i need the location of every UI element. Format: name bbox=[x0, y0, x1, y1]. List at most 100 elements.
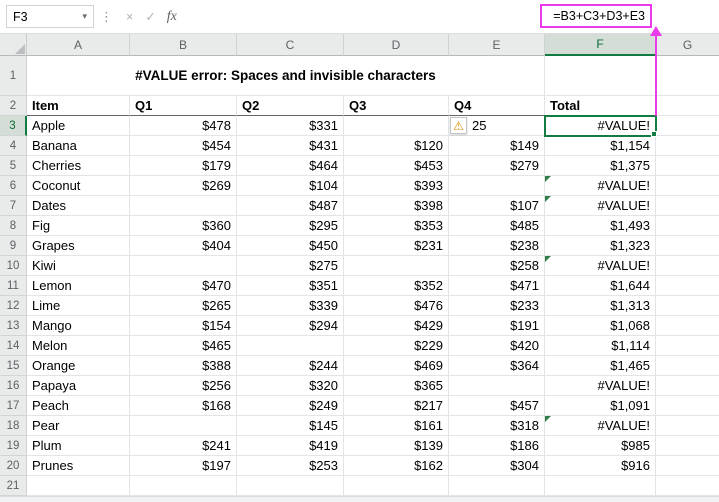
cell-F12[interactable]: $1,313 bbox=[545, 296, 656, 316]
row-header-5[interactable]: 5 bbox=[0, 156, 27, 176]
cell-C3[interactable]: $331 bbox=[237, 116, 344, 136]
cell-F4[interactable]: $1,154 bbox=[545, 136, 656, 156]
row-header-2[interactable]: 2 bbox=[0, 96, 27, 116]
cell-C13[interactable]: $294 bbox=[237, 316, 344, 336]
formula-input[interactable]: =B3+C3+D3+E3 bbox=[186, 0, 719, 33]
cell-F11[interactable]: $1,644 bbox=[545, 276, 656, 296]
cell-D21[interactable] bbox=[344, 476, 449, 496]
cell-F6[interactable]: #VALUE! bbox=[545, 176, 656, 196]
cell-A7[interactable]: Dates bbox=[27, 196, 130, 216]
cell-A4[interactable]: Banana bbox=[27, 136, 130, 156]
cell-B14[interactable]: $465 bbox=[130, 336, 237, 356]
cell-F5[interactable]: $1,375 bbox=[545, 156, 656, 176]
cell-D9[interactable]: $231 bbox=[344, 236, 449, 256]
more-options-icon[interactable]: ⋮ bbox=[100, 9, 113, 25]
cell-C17[interactable]: $249 bbox=[237, 396, 344, 416]
row-header-20[interactable]: 20 bbox=[0, 456, 27, 476]
row-header-9[interactable]: 9 bbox=[0, 236, 27, 256]
row-header-6[interactable]: 6 bbox=[0, 176, 27, 196]
cell-F20[interactable]: $916 bbox=[545, 456, 656, 476]
cell-F3[interactable]: #VALUE! bbox=[544, 115, 657, 137]
row-header-12[interactable]: 12 bbox=[0, 296, 27, 316]
column-header-B[interactable]: B bbox=[130, 34, 237, 56]
column-header-A[interactable]: A bbox=[27, 34, 130, 56]
cell-B3[interactable]: $478 bbox=[130, 116, 237, 136]
row-header-17[interactable]: 17 bbox=[0, 396, 27, 416]
row-header-13[interactable]: 13 bbox=[0, 316, 27, 336]
cell-D7[interactable]: $398 bbox=[344, 196, 449, 216]
row-header-3[interactable]: 3 bbox=[0, 116, 27, 136]
cell-B20[interactable]: $197 bbox=[130, 456, 237, 476]
cell-D10[interactable] bbox=[344, 256, 449, 276]
cell-F18[interactable]: #VALUE! bbox=[545, 416, 656, 436]
cell-F13[interactable]: $1,068 bbox=[545, 316, 656, 336]
column-header-D[interactable]: D bbox=[344, 34, 449, 56]
cell-D17[interactable]: $217 bbox=[344, 396, 449, 416]
cell-A19[interactable]: Plum bbox=[27, 436, 130, 456]
cell-E18[interactable]: $318 bbox=[449, 416, 545, 436]
row-header-11[interactable]: 11 bbox=[0, 276, 27, 296]
column-header-G[interactable]: G bbox=[656, 34, 719, 56]
cell-G21[interactable] bbox=[656, 476, 719, 496]
cell-C5[interactable]: $464 bbox=[237, 156, 344, 176]
cell-C19[interactable]: $419 bbox=[237, 436, 344, 456]
cell-B15[interactable]: $388 bbox=[130, 356, 237, 376]
cell-D8[interactable]: $353 bbox=[344, 216, 449, 236]
cell-G1[interactable] bbox=[656, 56, 719, 96]
cell-G19[interactable] bbox=[656, 436, 719, 456]
row-header-1[interactable]: 1 bbox=[0, 56, 27, 96]
cell-D5[interactable]: $453 bbox=[344, 156, 449, 176]
header-cell-item[interactable]: Item bbox=[27, 96, 130, 116]
row-header-14[interactable]: 14 bbox=[0, 336, 27, 356]
cell-B11[interactable]: $470 bbox=[130, 276, 237, 296]
cell-A3[interactable]: Apple bbox=[27, 116, 130, 136]
cell-E5[interactable]: $279 bbox=[449, 156, 545, 176]
cell-A20[interactable]: Prunes bbox=[27, 456, 130, 476]
name-box[interactable]: F3 ▾ bbox=[6, 5, 94, 28]
cell-G6[interactable] bbox=[656, 176, 719, 196]
cell-E9[interactable]: $238 bbox=[449, 236, 545, 256]
cell-D4[interactable]: $120 bbox=[344, 136, 449, 156]
cell-C7[interactable]: $487 bbox=[237, 196, 344, 216]
cell-D13[interactable]: $429 bbox=[344, 316, 449, 336]
header-cell-q3[interactable]: Q3 bbox=[344, 96, 449, 116]
cell-E3[interactable]: ⚠ 25 bbox=[449, 116, 545, 136]
cell-F10[interactable]: #VALUE! bbox=[545, 256, 656, 276]
cell-A8[interactable]: Fig bbox=[27, 216, 130, 236]
row-header-19[interactable]: 19 bbox=[0, 436, 27, 456]
cell-B13[interactable]: $154 bbox=[130, 316, 237, 336]
cell-A18[interactable]: Pear bbox=[27, 416, 130, 436]
cell-G15[interactable] bbox=[656, 356, 719, 376]
insert-function-icon[interactable]: fx bbox=[167, 9, 177, 25]
cell-D14[interactable]: $229 bbox=[344, 336, 449, 356]
column-header-F[interactable]: F bbox=[545, 34, 656, 56]
cell-G12[interactable] bbox=[656, 296, 719, 316]
cell-E4[interactable]: $149 bbox=[449, 136, 545, 156]
cell-G17[interactable] bbox=[656, 396, 719, 416]
cell-B21[interactable] bbox=[130, 476, 237, 496]
cell-A12[interactable]: Lime bbox=[27, 296, 130, 316]
header-cell-q1[interactable]: Q1 bbox=[130, 96, 237, 116]
cell-D16[interactable]: $365 bbox=[344, 376, 449, 396]
cell-B10[interactable] bbox=[130, 256, 237, 276]
cell-F19[interactable]: $985 bbox=[545, 436, 656, 456]
cell-A5[interactable]: Cherries bbox=[27, 156, 130, 176]
cell-D18[interactable]: $161 bbox=[344, 416, 449, 436]
cell-D3[interactable] bbox=[344, 116, 449, 136]
cell-E10[interactable]: $258 bbox=[449, 256, 545, 276]
cell-F8[interactable]: $1,493 bbox=[545, 216, 656, 236]
cell-C6[interactable]: $104 bbox=[237, 176, 344, 196]
cell-E13[interactable]: $191 bbox=[449, 316, 545, 336]
cell-F17[interactable]: $1,091 bbox=[545, 396, 656, 416]
cell-B6[interactable]: $269 bbox=[130, 176, 237, 196]
cell-E21[interactable] bbox=[449, 476, 545, 496]
cell-D11[interactable]: $352 bbox=[344, 276, 449, 296]
cell-F9[interactable]: $1,323 bbox=[545, 236, 656, 256]
cell-C21[interactable] bbox=[237, 476, 344, 496]
enter-icon[interactable]: ✓ bbox=[145, 9, 155, 24]
cell-B18[interactable] bbox=[130, 416, 237, 436]
cell-G2[interactable] bbox=[656, 96, 719, 116]
cell-G10[interactable] bbox=[656, 256, 719, 276]
cell-A17[interactable]: Peach bbox=[27, 396, 130, 416]
cell-C12[interactable]: $339 bbox=[237, 296, 344, 316]
